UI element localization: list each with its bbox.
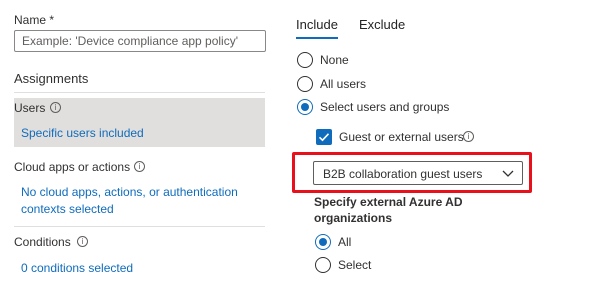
users-value[interactable]: Specific users included: [21, 126, 144, 140]
info-icon[interactable]: i: [463, 131, 474, 142]
radio-all-users-label: All users: [320, 77, 367, 91]
radio-orgs-select[interactable]: [315, 257, 331, 273]
divider: [14, 92, 265, 93]
radio-none-label: None: [320, 53, 349, 67]
tab-include[interactable]: Include: [296, 17, 338, 32]
tab-exclude[interactable]: Exclude: [359, 17, 405, 32]
radio-orgs-all-label: All: [338, 235, 352, 249]
info-icon[interactable]: i: [77, 236, 88, 247]
conditions-label: Conditions: [14, 235, 71, 249]
tab-include-underline: [296, 37, 338, 39]
divider: [14, 226, 265, 227]
guest-type-dropdown[interactable]: B2B collaboration guest users: [313, 161, 523, 185]
conditions-row[interactable]: Conditions i 0 conditions selected: [14, 235, 265, 279]
chevron-down-icon: [502, 170, 514, 177]
radio-orgs-select-label: Select: [338, 258, 372, 272]
guest-checkbox[interactable]: [316, 129, 332, 145]
users-row[interactable]: Users i Specific users included: [14, 98, 265, 147]
assignments-heading: Assignments: [14, 71, 89, 86]
info-icon[interactable]: i: [50, 102, 61, 113]
cloud-apps-value-line1[interactable]: No cloud apps, actions, or authenticatio…: [21, 185, 238, 199]
radio-all-users[interactable]: [297, 76, 313, 92]
users-label: Users: [14, 101, 46, 115]
guest-type-dropdown-value: B2B collaboration guest users: [323, 167, 483, 181]
checkmark-icon: [318, 133, 330, 142]
radio-orgs-all[interactable]: [315, 234, 331, 250]
conditions-value[interactable]: 0 conditions selected: [21, 261, 133, 275]
info-icon[interactable]: i: [134, 161, 145, 172]
cloud-apps-value-line2[interactable]: contexts selected: [21, 202, 114, 216]
name-label: Name *: [14, 13, 55, 27]
name-input[interactable]: [14, 30, 266, 52]
cloud-apps-label: Cloud apps or actions: [14, 160, 131, 174]
radio-none[interactable]: [297, 52, 313, 68]
radio-select-users-label: Select users and groups: [320, 100, 450, 114]
external-orgs-heading-line2: organizations: [314, 211, 393, 225]
external-orgs-heading-line1: Specify external Azure AD: [314, 195, 463, 209]
cloud-apps-row[interactable]: Cloud apps or actions i No cloud apps, a…: [14, 160, 265, 220]
guest-checkbox-label: Guest or external users: [339, 130, 464, 144]
radio-select-users[interactable]: [297, 99, 313, 115]
